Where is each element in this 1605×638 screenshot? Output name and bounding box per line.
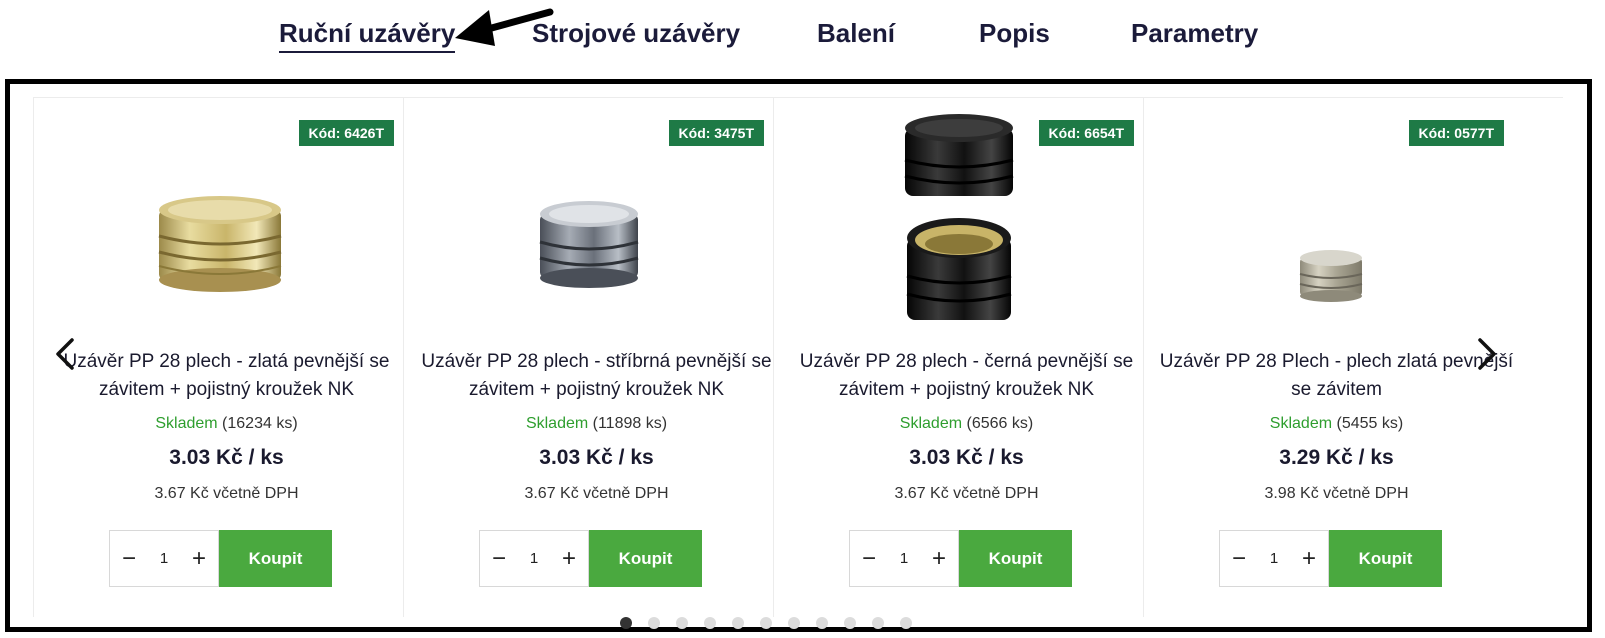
product-card[interactable]: Kód: 0577T Uzávěr PP 28 Plech - plech zl… [1143,98,1528,617]
tab-baleni[interactable]: Balení [817,18,895,49]
carousel-dot[interactable] [816,617,828,629]
stock-status: Skladem [899,415,963,432]
buy-button[interactable]: Koupit [219,530,332,587]
gold-cap-image [158,196,282,292]
tab-parametry[interactable]: Parametry [1131,18,1258,49]
product-price-vat: 3.67 Kč včetně DPH [154,485,299,502]
carousel-dot[interactable] [760,617,772,629]
product-title[interactable]: Uzávěr PP 28 plech - černá pevnější se z… [784,348,1149,404]
product-price: 3.03 Kč / ks [909,446,1024,469]
carousel-dot[interactable] [788,617,800,629]
increase-quantity-button[interactable]: + [1298,546,1320,571]
stock-info: Skladem (11898 ks) [404,415,789,433]
product-card[interactable]: Kód: 6654T Uzávěr PP 28 plech - černá pe… [773,98,1158,617]
quantity-input[interactable]: 1 [160,550,168,567]
product-carousel: Kód: 6426T Uzávěr PP 28 plech - zlatá pe… [33,97,1563,617]
buy-box: − 1 + Koupit [1219,530,1442,587]
product-card[interactable]: Kód: 6426T Uzávěr PP 28 plech - zlatá pe… [33,98,418,617]
buy-box: − 1 + Koupit [109,530,332,587]
quantity-stepper: − 1 + [109,530,219,587]
buy-button[interactable]: Koupit [959,530,1072,587]
quantity-input[interactable]: 1 [900,550,908,567]
product-card[interactable]: Kód: 3475T Uzávěr PP 28 plech - stříbrná… [403,98,788,617]
small-cap-image [1299,250,1363,302]
buy-box: − 1 + Koupit [849,530,1072,587]
black-cap-image [904,114,1014,320]
carousel-dot[interactable] [844,617,856,629]
stock-count: (6566 ks) [966,415,1034,432]
product-price: 3.03 Kč / ks [169,446,284,469]
decrease-quantity-button[interactable]: − [858,546,880,571]
product-price-vat: 3.67 Kč včetně DPH [524,485,669,502]
buy-button[interactable]: Koupit [1329,530,1442,587]
increase-quantity-button[interactable]: + [928,546,950,571]
carousel-dot[interactable] [676,617,688,629]
product-title[interactable]: Uzávěr PP 28 plech - stříbrná pevnější s… [414,348,779,404]
product-price-vat: 3.67 Kč včetně DPH [894,485,1039,502]
tab-strojove-uzavery[interactable]: Strojové uzávěry [532,18,740,49]
product-title[interactable]: Uzávěr PP 28 Plech - plech zlatá pevnějš… [1154,348,1519,404]
product-price: 3.29 Kč / ks [1279,446,1394,469]
product-image[interactable] [34,138,419,348]
product-title[interactable]: Uzávěr PP 28 plech - zlatá pevnější se z… [44,348,409,404]
decrease-quantity-button[interactable]: − [488,546,510,571]
product-carousel-frame: Kód: 6426T Uzávěr PP 28 plech - zlatá pe… [5,79,1592,632]
quantity-input[interactable]: 1 [1270,550,1278,567]
quantity-stepper: − 1 + [849,530,959,587]
tab-popis[interactable]: Popis [979,18,1050,49]
product-image[interactable] [1144,138,1529,348]
carousel-pagination [620,617,912,631]
carousel-dot[interactable] [732,617,744,629]
increase-quantity-button[interactable]: + [558,546,580,571]
product-price: 3.03 Kč / ks [539,446,654,469]
decrease-quantity-button[interactable]: − [118,546,140,571]
quantity-input[interactable]: 1 [530,550,538,567]
buy-box: − 1 + Koupit [479,530,702,587]
chevron-left-icon[interactable] [50,334,80,374]
silver-cap-image [539,201,639,288]
stock-status: Skladem [1269,415,1333,432]
buy-button[interactable]: Koupit [589,530,702,587]
quantity-stepper: − 1 + [1219,530,1329,587]
carousel-dot[interactable] [900,617,912,629]
carousel-dot[interactable] [648,617,660,629]
stock-info: Skladem (16234 ks) [34,415,419,433]
carousel-dot[interactable] [872,617,884,629]
increase-quantity-button[interactable]: + [188,546,210,571]
carousel-dot[interactable] [704,617,716,629]
stock-status: Skladem [155,415,218,432]
stock-count: (16234 ks) [222,415,298,432]
stock-count: (11898 ks) [592,415,668,432]
quantity-stepper: − 1 + [479,530,589,587]
stock-count: (5455 ks) [1336,415,1404,432]
stock-info: Skladem (5455 ks) [1144,415,1529,433]
chevron-right-icon[interactable] [1472,334,1502,374]
tab-rucni-uzavery[interactable]: Ruční uzávěry [279,18,456,53]
product-price-vat: 3.98 Kč včetně DPH [1264,485,1409,502]
product-image[interactable] [774,98,1159,348]
stock-info: Skladem (6566 ks) [774,415,1159,433]
product-tabs: Ruční uzávěry Strojové uzávěry Balení Po… [0,0,1605,72]
stock-status: Skladem [525,415,589,432]
product-image[interactable] [404,138,789,348]
carousel-dot[interactable] [620,617,632,629]
decrease-quantity-button[interactable]: − [1228,546,1250,571]
